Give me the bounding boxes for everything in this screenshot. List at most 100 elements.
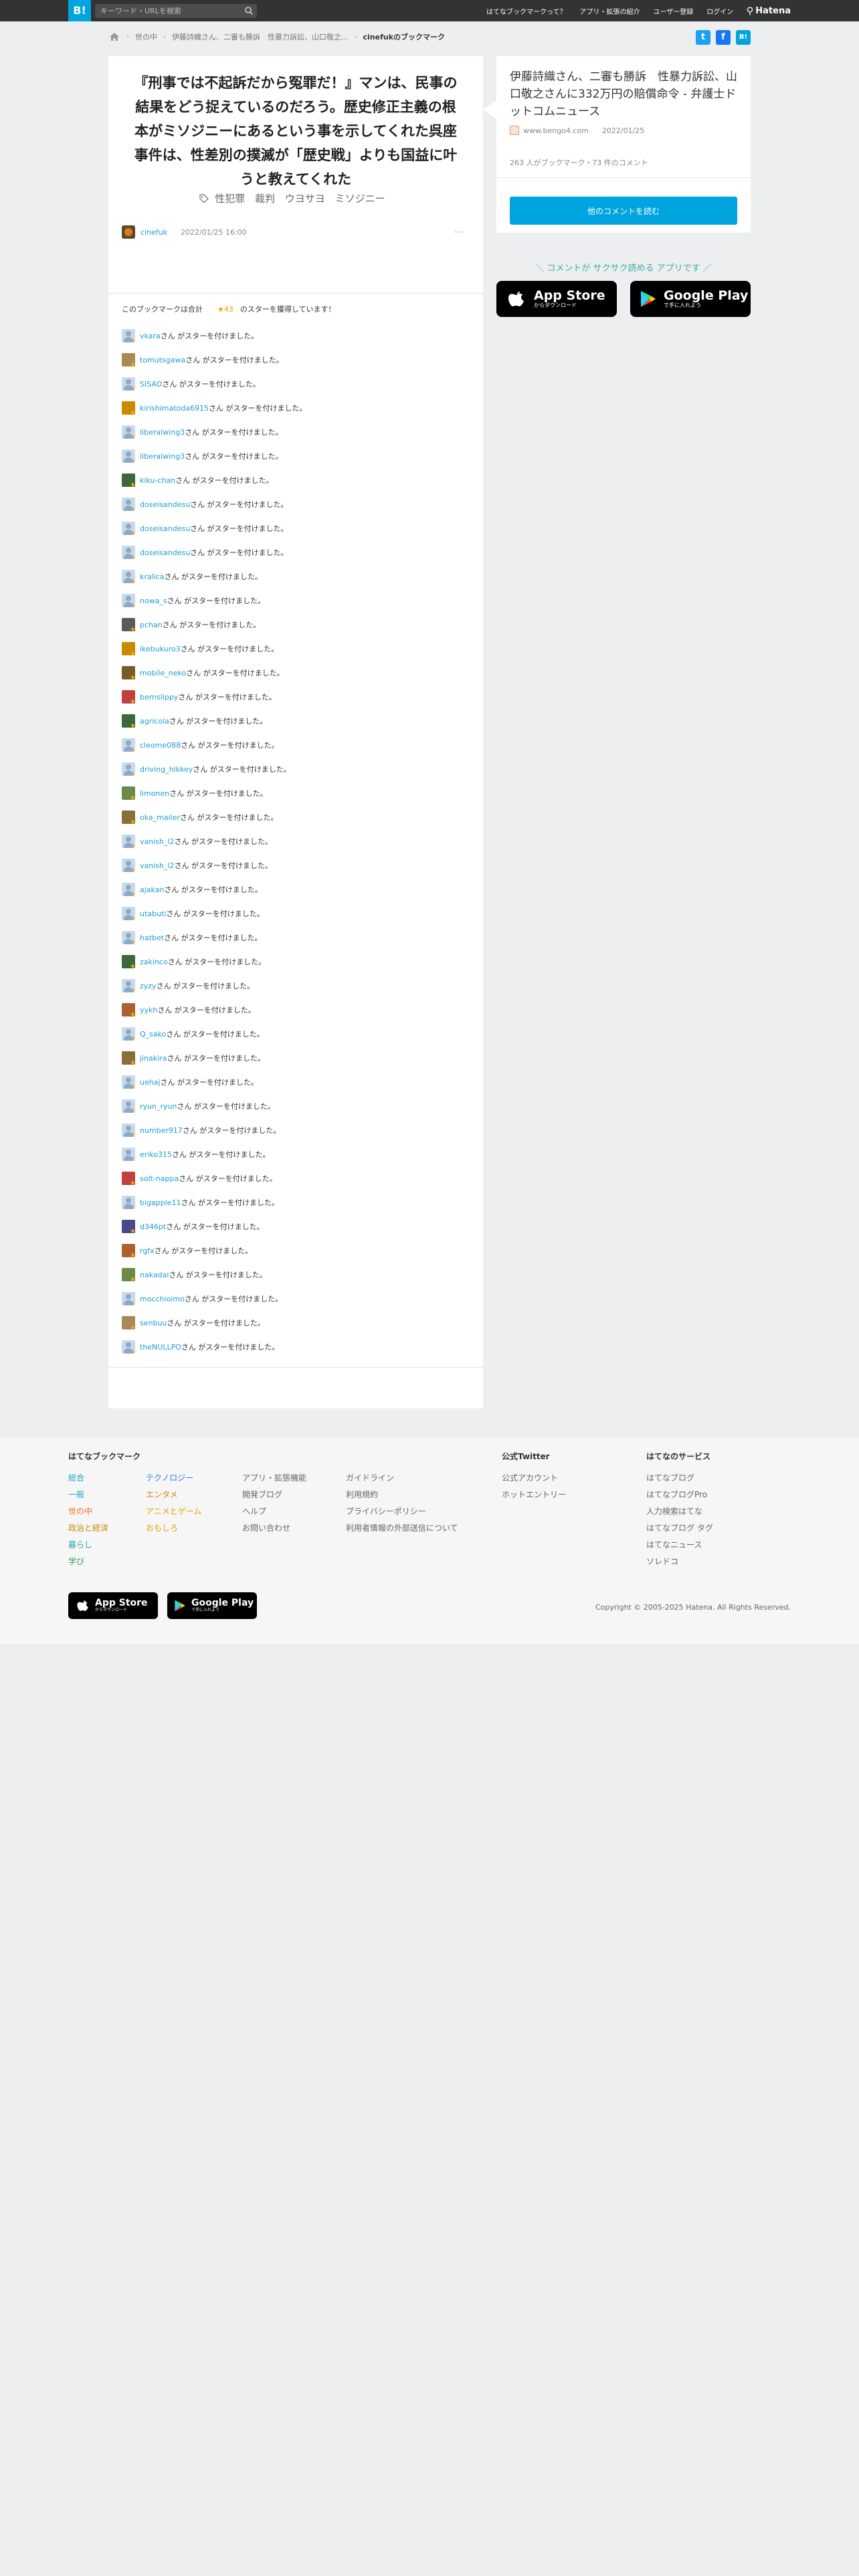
avatar[interactable] xyxy=(122,1268,135,1281)
avatar[interactable] xyxy=(122,1003,135,1016)
google-play-badge[interactable]: Google Play で手に入れよう xyxy=(630,281,751,317)
avatar[interactable] xyxy=(122,1196,135,1209)
footer-link[interactable]: お問い合わせ xyxy=(242,1522,306,1539)
avatar[interactable] xyxy=(122,546,135,559)
app-store-badge[interactable]: App Store からダウンロード xyxy=(496,281,617,317)
star-user-name[interactable]: Q_sako xyxy=(140,1030,166,1039)
footer-link[interactable]: 公式アカウント xyxy=(502,1472,566,1489)
footer-link[interactable]: 利用規約 xyxy=(346,1489,458,1505)
footer-category-link[interactable]: 暮らし xyxy=(68,1540,92,1549)
nav-register[interactable]: ユーザー登録 xyxy=(653,6,693,16)
avatar[interactable] xyxy=(122,225,135,239)
footer-link[interactable]: 開発ブログ xyxy=(242,1489,306,1505)
star-user-name[interactable]: uehaj xyxy=(140,1078,161,1087)
avatar[interactable] xyxy=(122,642,135,655)
entry-title-link[interactable]: 伊藤詩織さん、二審も勝訴 性暴力訴訟、山口敬之さんに332万円の賠償命令 - 弁… xyxy=(510,68,741,120)
bookmark-user-name[interactable]: cinefuk xyxy=(140,228,167,237)
nav-apps[interactable]: アプリ・拡張の紹介 xyxy=(579,6,640,16)
footer-category-link[interactable]: エンタメ xyxy=(146,1490,178,1499)
avatar[interactable] xyxy=(122,955,135,968)
star-user-name[interactable]: mocchioimo xyxy=(140,1295,185,1303)
avatar[interactable] xyxy=(122,738,135,752)
footer-category-link[interactable]: 世の中 xyxy=(68,1507,92,1516)
footer-category-link[interactable]: テクノロジー xyxy=(146,1473,193,1483)
avatar[interactable] xyxy=(122,1220,135,1233)
avatar[interactable] xyxy=(122,1051,135,1065)
footer-category-link[interactable]: 政治と経済 xyxy=(68,1523,108,1533)
avatar[interactable] xyxy=(122,449,135,463)
star-user-name[interactable]: jinakira xyxy=(140,1054,167,1063)
star-user-name[interactable]: ryun_ryun xyxy=(140,1102,177,1111)
avatar[interactable] xyxy=(122,473,135,487)
footer-link[interactable]: ヘルプ xyxy=(242,1505,306,1522)
footer-category-link[interactable]: 学び xyxy=(68,1557,84,1566)
nav-login[interactable]: ログイン xyxy=(706,6,733,16)
footer-category-link[interactable]: 総合 xyxy=(68,1473,84,1483)
avatar[interactable] xyxy=(122,883,135,896)
avatar[interactable] xyxy=(122,835,135,848)
avatar[interactable] xyxy=(122,425,135,439)
star-user-name[interactable]: zyzy xyxy=(140,982,157,990)
avatar[interactable] xyxy=(122,377,135,391)
entry-domain[interactable]: www.bengo4.com xyxy=(523,126,589,135)
star-user-name[interactable]: kiku-chan xyxy=(140,476,175,485)
search-icon[interactable] xyxy=(244,6,254,15)
footer-google-play-badge[interactable]: Google Play で手に入れよう xyxy=(167,1592,257,1619)
footer-link[interactable]: アプリ・拡張機能 xyxy=(242,1472,306,1489)
avatar[interactable] xyxy=(122,1316,135,1329)
avatar[interactable] xyxy=(122,522,135,535)
star-user-name[interactable]: doseisandesu xyxy=(140,524,190,533)
star-user-name[interactable]: liberalwing3 xyxy=(140,452,185,461)
facebook-share-button[interactable]: f xyxy=(716,30,731,45)
star-user-name[interactable]: pchan xyxy=(140,621,163,629)
avatar[interactable] xyxy=(122,666,135,679)
star-user-name[interactable]: utabuti xyxy=(140,909,166,918)
avatar[interactable] xyxy=(122,1340,135,1354)
star-user-name[interactable]: bernslippy xyxy=(140,693,178,702)
footer-link[interactable]: はてなブログPro xyxy=(646,1489,713,1505)
footer-link[interactable]: ホットエントリー xyxy=(502,1489,566,1505)
avatar[interactable] xyxy=(122,594,135,607)
star-user-name[interactable]: ajakan xyxy=(140,885,164,894)
star-user-name[interactable]: theNULLPO xyxy=(140,1343,181,1352)
star-user-name[interactable]: hatbet xyxy=(140,934,164,942)
avatar[interactable] xyxy=(122,618,135,631)
footer-app-store-badge[interactable]: App Store からダウンロード xyxy=(68,1592,158,1619)
footer-link[interactable]: 人力検索はてな xyxy=(646,1505,713,1522)
star-user-name[interactable]: d346pt xyxy=(140,1222,166,1231)
hatena-brand-link[interactable]: Hatena xyxy=(747,6,791,16)
nav-about[interactable]: はてなブックマークって？ xyxy=(486,6,567,16)
avatar[interactable] xyxy=(122,1244,135,1257)
avatar[interactable] xyxy=(122,1075,135,1089)
read-other-comments-button[interactable]: 他のコメントを読む xyxy=(510,197,737,225)
star-user-name[interactable]: kralica xyxy=(140,572,165,581)
footer-link[interactable]: はてなブログ タグ xyxy=(646,1522,713,1539)
avatar[interactable] xyxy=(122,762,135,776)
tag-item[interactable]: ウヨサヨ xyxy=(285,193,325,205)
star-user-name[interactable]: agricola xyxy=(140,717,169,726)
avatar[interactable] xyxy=(122,353,135,366)
breadcrumb-category[interactable]: 世の中 xyxy=(135,31,157,42)
star-user-name[interactable]: doseisandesu xyxy=(140,500,190,509)
star-user-name[interactable]: vanish_l2 xyxy=(140,861,175,870)
footer-link[interactable]: ガイドライン xyxy=(346,1472,458,1489)
star-user-name[interactable]: vkara xyxy=(140,332,161,340)
avatar[interactable] xyxy=(122,859,135,872)
breadcrumb-entry[interactable]: 伊藤詩織さん、二審も勝訴 性暴力訴訟、山口敬之... xyxy=(172,31,349,42)
footer-link[interactable]: プライバシーポリシー xyxy=(346,1505,458,1522)
star-user-name[interactable]: oka_mailer xyxy=(140,813,180,822)
star-user-name[interactable]: rgfx xyxy=(140,1247,155,1255)
star-user-name[interactable]: nakadai xyxy=(140,1271,169,1279)
star-user-name[interactable]: tomutsgawa xyxy=(140,356,185,364)
avatar[interactable] xyxy=(122,1172,135,1185)
star-user-name[interactable]: ikebukuro3 xyxy=(140,645,181,653)
star-user-name[interactable]: kirishimatoda6915 xyxy=(140,404,209,413)
avatar[interactable] xyxy=(122,979,135,992)
avatar[interactable] xyxy=(122,1027,135,1041)
avatar[interactable] xyxy=(122,690,135,704)
avatar[interactable] xyxy=(122,907,135,920)
star-user-name[interactable]: driving_hikkey xyxy=(140,765,193,774)
star-user-name[interactable]: eriko315 xyxy=(140,1150,172,1159)
avatar[interactable] xyxy=(122,931,135,944)
footer-link[interactable]: はてなブログ xyxy=(646,1472,713,1489)
